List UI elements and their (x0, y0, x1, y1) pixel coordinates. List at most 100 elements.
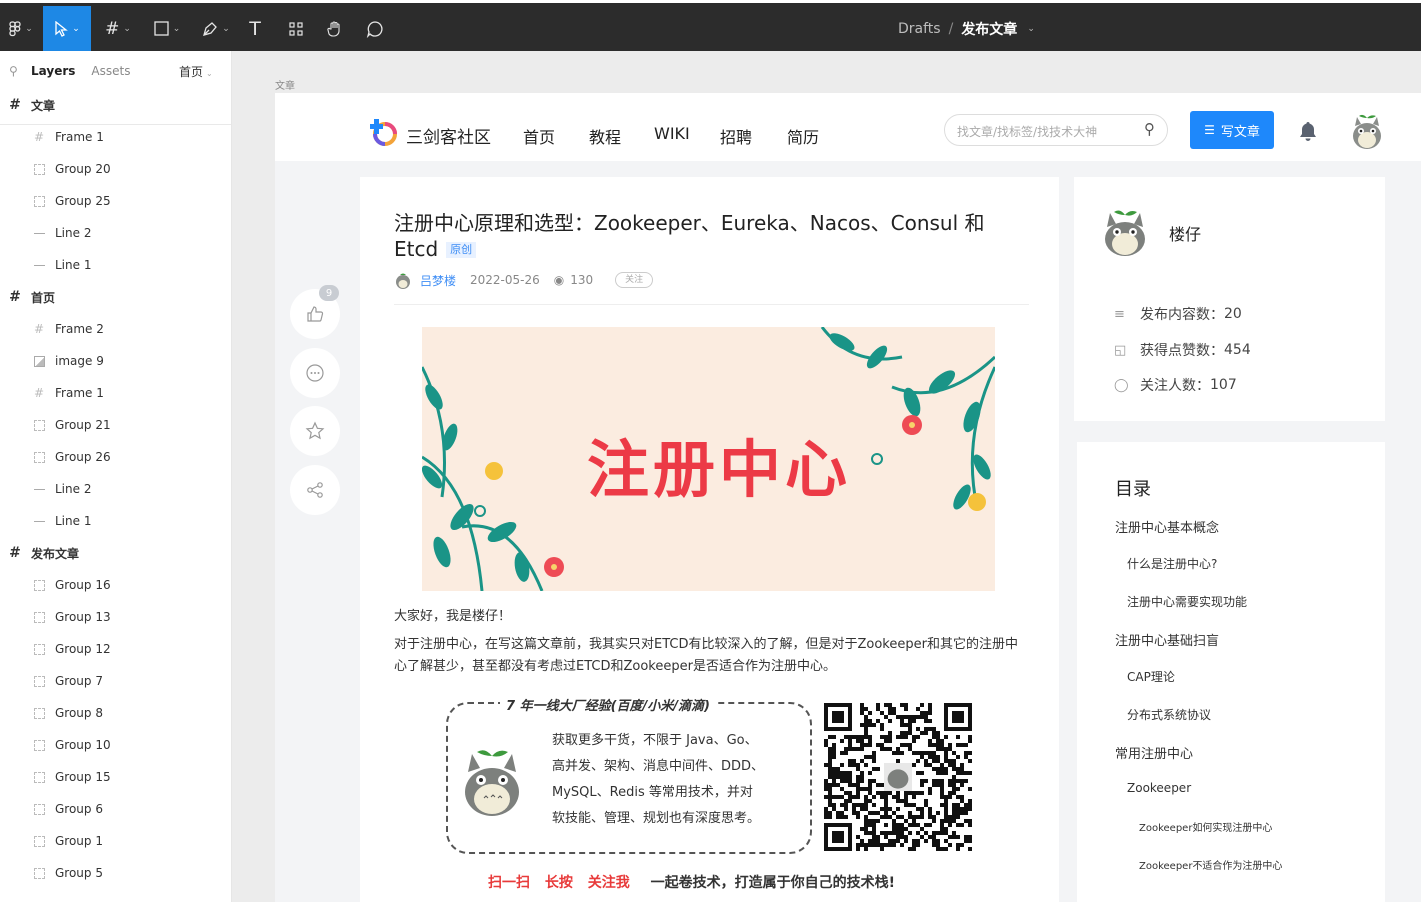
layer-item[interactable]: Line 2 (0, 217, 231, 249)
chevron-down-icon[interactable]: ⌄ (1027, 24, 1035, 34)
resources-tool-button[interactable] (281, 6, 311, 51)
comment-tool-button[interactable] (360, 6, 390, 51)
share-button[interactable] (290, 465, 340, 515)
layer-item[interactable]: Group 5 (0, 857, 231, 889)
hand-tool-button[interactable] (320, 6, 350, 51)
group-icon (32, 610, 46, 624)
promo-line: MySQL、Redis 等常用技术，并对 (552, 785, 753, 800)
layer-item[interactable]: image 9 (0, 345, 231, 377)
move-tool-button[interactable]: ⌄ (43, 6, 91, 51)
pen-tool-button[interactable]: ⌄ (194, 6, 238, 51)
breadcrumb-drafts[interactable]: Drafts (898, 21, 941, 37)
write-article-button[interactable]: ☰ 写文章 (1190, 111, 1274, 149)
layer-item[interactable]: Group 16 (0, 569, 231, 601)
nav-tutorial[interactable]: 教程 (589, 124, 621, 148)
layer-label: Group 10 (55, 738, 111, 752)
author-avatar[interactable] (394, 271, 412, 289)
main-menu-button[interactable]: ⌄ (0, 6, 42, 51)
group-icon (32, 738, 46, 752)
layer-item[interactable]: Group 1 (0, 825, 231, 857)
user-avatar[interactable] (1350, 112, 1384, 150)
nav-jobs[interactable]: 招聘 (720, 124, 752, 148)
nav-wiki[interactable]: WIKI (654, 124, 690, 143)
layer-label: Group 12 (55, 642, 111, 656)
site-search-input[interactable]: 找文章/找标签/找技术大神 ⚲ (944, 114, 1168, 146)
layer-label: Group 8 (55, 706, 103, 720)
toc-item[interactable]: CAP理论 (1127, 668, 1175, 685)
layer-page-frame[interactable]: # 发布文章 (0, 537, 231, 569)
layer-label: Frame 1 (55, 130, 104, 144)
toc-item[interactable]: 分布式系统协议 (1127, 706, 1211, 723)
layer-page-frame[interactable]: # 文章 (0, 89, 231, 121)
group-icon (32, 642, 46, 656)
layer-item[interactable]: # Frame 1 (0, 377, 231, 409)
site-name[interactable]: 三剑客社区 (406, 123, 491, 148)
article-frame[interactable]: 三剑客社区 首页 教程 WIKI 招聘 简历 找文章/找标签/找技术大神 ⚲ ☰… (275, 93, 1421, 902)
toc-item[interactable]: Zookeeper不适合作为注册中心 (1139, 857, 1282, 872)
author-name[interactable]: 吕梦楼 (420, 272, 456, 289)
shape-tool-button[interactable]: ⌄ (145, 6, 189, 51)
stat-posts: ≡ 发布内容数： 20 (1114, 304, 1242, 324)
layer-label: Frame 2 (55, 322, 104, 336)
search-icon[interactable]: ⚲ (1144, 120, 1155, 138)
toc-item[interactable]: 常用注册中心 (1115, 743, 1193, 762)
layer-item[interactable]: Group 20 (0, 153, 231, 185)
layer-item[interactable]: Group 26 (0, 441, 231, 473)
intro-paragraph: 大家好，我是楼仔！ (394, 609, 512, 624)
nav-home[interactable]: 首页 (523, 124, 555, 148)
frame-tool-button[interactable]: # ⌄ (96, 6, 140, 51)
layer-item[interactable]: # Frame 1 (0, 121, 231, 153)
group-icon (32, 162, 46, 176)
layer-item[interactable]: Line 2 (0, 473, 231, 505)
layer-item[interactable]: Group 8 (0, 697, 231, 729)
text-tool-button[interactable]: T (242, 6, 268, 51)
follow-button[interactable]: 关注 (615, 272, 654, 288)
toc-item[interactable]: 什么是注册中心? (1127, 555, 1217, 572)
toc-item[interactable]: Zookeeper如何实现注册中心 (1139, 819, 1272, 834)
layer-item[interactable]: Group 7 (0, 665, 231, 697)
frame-label[interactable]: 文章 (275, 77, 295, 92)
toc-item[interactable]: 注册中心需要实现功能 (1127, 593, 1247, 610)
page-selector[interactable]: 首页 ⌄ (179, 63, 213, 80)
layer-item[interactable]: Group 12 (0, 633, 231, 665)
cta-press: 长按 (544, 875, 573, 891)
profile-name[interactable]: 楼仔 (1169, 221, 1201, 245)
tab-layers[interactable]: Layers (31, 64, 75, 78)
layer-item[interactable]: Line 1 (0, 249, 231, 281)
author-avatar[interactable] (1102, 205, 1148, 257)
eye-icon: ◉ (553, 273, 565, 287)
promo-line: 软技能、管理、规划也有深度思考。 (552, 811, 761, 826)
layer-item[interactable]: Group 25 (0, 185, 231, 217)
layer-label: image 9 (55, 354, 104, 368)
star-icon (305, 421, 325, 440)
layer-item[interactable]: Group 10 (0, 729, 231, 761)
layer-page-frame[interactable]: # 首页 (0, 281, 231, 313)
site-logo-icon[interactable] (368, 117, 398, 147)
chevron-down-icon: ⌄ (172, 23, 181, 34)
comment-button[interactable] (290, 348, 340, 398)
search-icon[interactable]: ⚲ (9, 64, 23, 78)
layer-item[interactable]: Group 6 (0, 793, 231, 825)
layer-item[interactable]: Group 13 (0, 601, 231, 633)
promo-line: 高并发、架构、消息中间件、DDD、 (552, 759, 765, 774)
toc-item[interactable]: 注册中心基础扫盲 (1115, 630, 1219, 649)
breadcrumb-file-name[interactable]: 发布文章 (961, 19, 1017, 39)
layer-item[interactable]: Line 1 (0, 505, 231, 537)
article-card: 注册中心原理和选型：Zookeeper、Eureka、Nacos、Consul … (360, 177, 1059, 902)
layer-item[interactable]: Group 21 (0, 409, 231, 441)
layers-icon: ≡ (1114, 306, 1125, 322)
toc-item[interactable]: 注册中心基本概念 (1115, 517, 1219, 536)
layer-label: Group 25 (55, 194, 111, 208)
image-icon (32, 354, 46, 368)
publish-date: 2022-05-26 (470, 273, 540, 287)
breadcrumb: Drafts / 发布文章 ⌄ (898, 6, 1035, 51)
toc-item[interactable]: Zookeeper (1127, 781, 1191, 795)
tab-assets[interactable]: Assets (91, 64, 130, 78)
notification-bell-icon[interactable] (1297, 120, 1319, 142)
favorite-button[interactable] (290, 406, 340, 456)
layer-item[interactable]: # Frame 2 (0, 313, 231, 345)
design-canvas[interactable]: 文章 三剑客社区 首页 教程 WIKI 招聘 简历 找文章/找标签/找技术大神 … (232, 51, 1421, 902)
nav-resume[interactable]: 简历 (787, 124, 819, 148)
hand-icon (327, 20, 340, 37)
layer-item[interactable]: Group 15 (0, 761, 231, 793)
